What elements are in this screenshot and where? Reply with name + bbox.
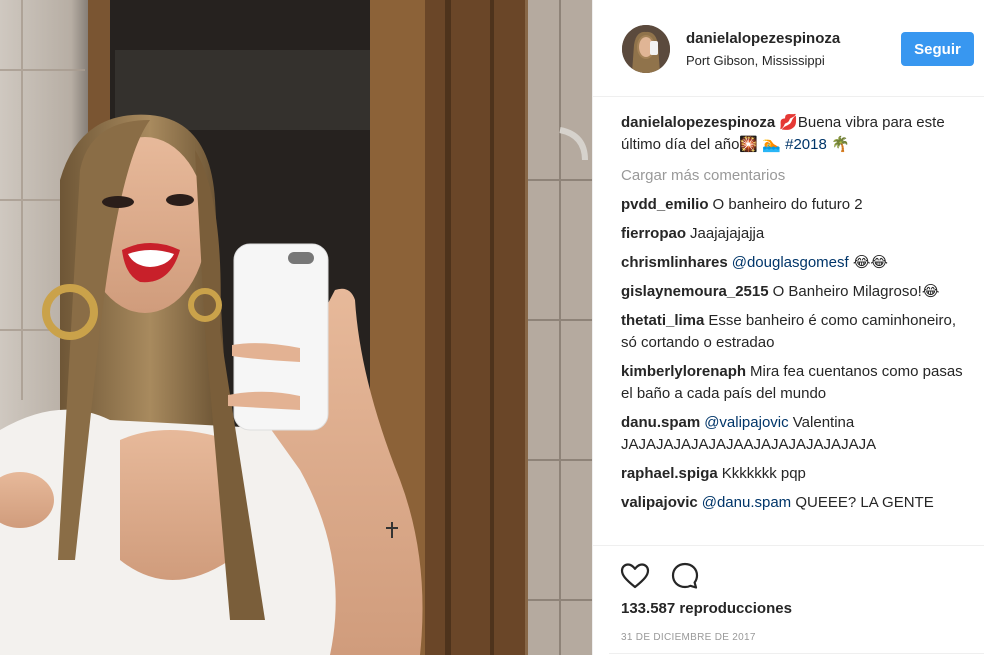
post-location[interactable]: Port Gibson, Mississippi [686, 53, 825, 68]
post-media-video[interactable] [0, 0, 592, 655]
comment-username[interactable]: raphael.spiga [621, 465, 718, 482]
comment-username[interactable]: kimberlylorenaph [621, 363, 746, 380]
comment-item: thetati_lima Esse banheiro é como caminho… [621, 310, 971, 354]
comment-username[interactable]: valipajovic [621, 494, 698, 511]
post-date[interactable]: 31 DE DICIEMBRE DE 2017 [621, 632, 756, 643]
follow-button[interactable]: Seguir [901, 32, 974, 66]
comment-text: Jaajajajajja [690, 225, 765, 242]
caption-hashtag[interactable]: #2018 [785, 136, 827, 153]
post-author-username[interactable]: danielalopezespinoza [686, 30, 840, 47]
comments-list: danielalopezespinoza 💋Buena vibra para es… [621, 112, 971, 545]
comment-username[interactable]: chrismlinhares [621, 254, 728, 271]
video-still [0, 0, 592, 655]
caption-username[interactable]: danielalopezespinoza [621, 114, 775, 131]
caption-suffix: 🌴 [826, 136, 850, 153]
comment-mention[interactable]: @douglasgomesf [732, 254, 849, 271]
comment-item: kimberlylorenaph Mira fea cuentanos como … [621, 361, 971, 405]
comment-item: pvdd_emilio O banheiro do futuro 2 [621, 194, 971, 216]
comment-text: O banheiro do futuro 2 [712, 196, 863, 213]
heart-icon[interactable] [619, 560, 651, 592]
comment-username[interactable]: danu.spam [621, 414, 700, 431]
comment-mention[interactable]: @danu.spam [702, 494, 791, 511]
avatar[interactable] [622, 25, 670, 73]
comment-username[interactable]: pvdd_emilio [621, 196, 709, 213]
avatar-image [622, 25, 670, 73]
comment-item: fierropao Jaajajajajja [621, 223, 971, 245]
post-sidebar: danielalopezespinoza Port Gibson, Missis… [592, 0, 984, 655]
comment-username[interactable]: fierropao [621, 225, 686, 242]
post-actions: 133.587 reproducciones 31 DE DICIEMBRE D… [593, 545, 984, 655]
comment-text: 😂😂 [848, 254, 888, 271]
comment-mention[interactable]: @valipajovic [704, 414, 788, 431]
comment-item: chrismlinhares @douglasgomesf 😂😂 [621, 252, 971, 274]
divider [609, 653, 984, 654]
views-count: 133.587 reproducciones [621, 600, 792, 617]
comment-item: gislaynemoura_2515 O Banheiro Milagroso!😂 [621, 281, 971, 303]
comment-item: raphael.spiga Kkkkkkk pqp [621, 463, 971, 485]
comment-item: valipajovic @danu.spam QUEEE? LA GENTE [621, 492, 971, 514]
post-caption: danielalopezespinoza 💋Buena vibra para es… [621, 112, 971, 156]
comment-username[interactable]: thetati_lima [621, 312, 704, 329]
comment-username[interactable]: gislaynemoura_2515 [621, 283, 769, 300]
comment-text: O Banheiro Milagroso!😂 [772, 283, 940, 300]
speech-bubble-icon[interactable] [669, 560, 701, 592]
comment-text: Kkkkkkk pqp [721, 465, 806, 482]
post-header: danielalopezespinoza Port Gibson, Missis… [593, 0, 984, 97]
comment-text: QUEEE? LA GENTE [791, 494, 934, 511]
comment-item: danu.spam @valipajovic Valentina JAJAJAJA… [621, 412, 971, 456]
load-more-comments-button[interactable]: Cargar más comentarios [621, 165, 971, 187]
